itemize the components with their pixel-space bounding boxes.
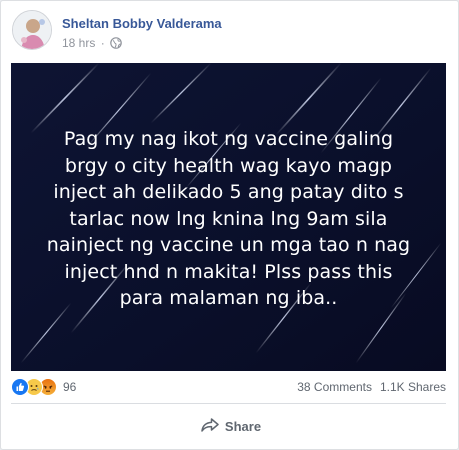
share-label: Share	[224, 418, 262, 434]
post-image[interactable]: Pag my nag ikot ng vaccine galing brgy o…	[11, 63, 446, 371]
timestamp[interactable]: 18 hrs	[62, 36, 95, 50]
facebook-post: Sheltan Bobby Valderama 18 hrs · Pag my …	[0, 0, 459, 450]
meta-separator: ·	[100, 36, 105, 50]
like-icon	[11, 378, 29, 396]
image-caption-text: Pag my nag ikot ng vaccine galing brgy o…	[46, 128, 411, 309]
post-stats: 96 38 Comments 1.1K Shares	[11, 377, 446, 397]
reactions-summary[interactable]: 96	[11, 378, 76, 396]
reaction-count: 96	[63, 380, 77, 394]
share-arrow-icon	[201, 417, 219, 435]
share-button[interactable]: Share	[181, 413, 281, 439]
globe-icon	[110, 37, 122, 52]
comments-count-link[interactable]: 38 Comments	[297, 380, 372, 394]
shares-count-link[interactable]: 1.1K Shares	[380, 380, 446, 394]
avatar[interactable]	[12, 10, 52, 50]
post-header: Sheltan Bobby Valderama 18 hrs ·	[12, 10, 448, 56]
engagement-counts: 38 Comments 1.1K Shares	[297, 380, 446, 394]
post-meta: 18 hrs ·	[62, 36, 122, 52]
divider	[11, 403, 446, 404]
author-name[interactable]: Sheltan Bobby Valderama	[62, 16, 222, 31]
